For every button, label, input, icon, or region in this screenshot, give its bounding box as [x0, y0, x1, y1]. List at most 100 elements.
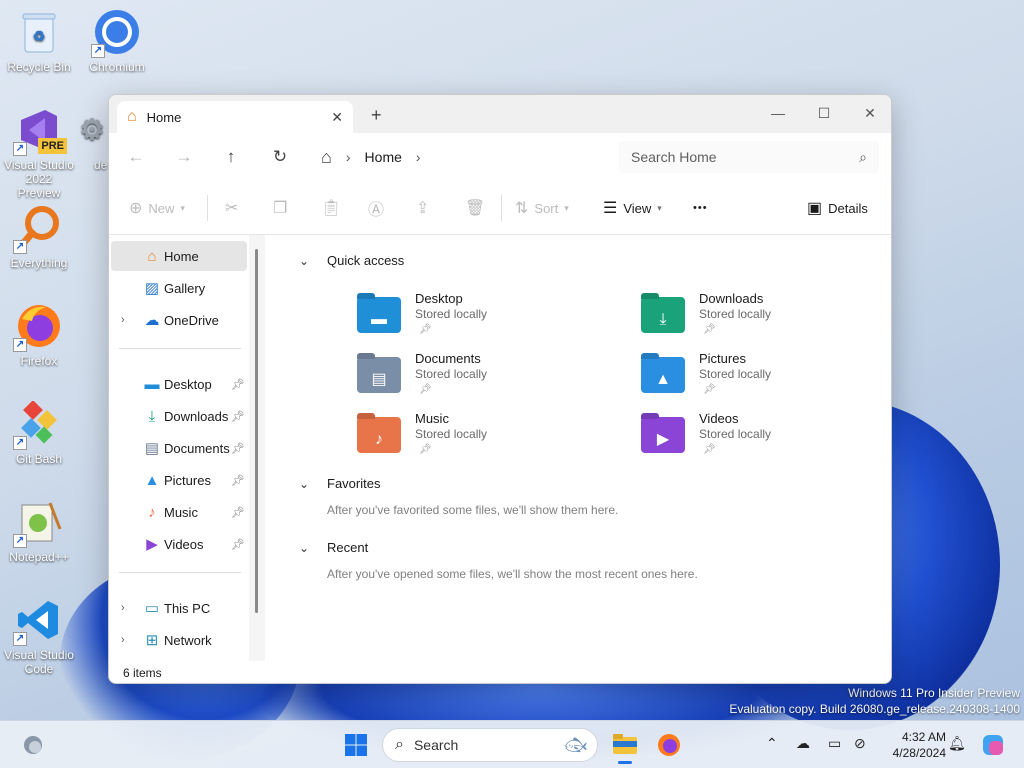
details-button[interactable]: ▣ Details — [807, 195, 868, 221]
back-button[interactable]: ← — [121, 142, 151, 172]
pin-icon[interactable]: 📌︎ — [231, 506, 245, 519]
sort-button[interactable]: ⇅ Sort ▾ — [515, 195, 569, 221]
taskbar: ⌕ Search 🐟︎ ⌃ ☁ ▭ ⊘ 4:32 AM 4/28/2024 🔔︎ — [0, 720, 1024, 768]
desktop-icon-git-bash[interactable]: ↗ Git Bash — [1, 400, 77, 466]
chevron-right-icon[interactable]: › — [121, 314, 125, 326]
minimize-button[interactable]: — — [755, 99, 801, 127]
new-button[interactable]: ⊕ New ▾ — [129, 195, 185, 221]
copilot-button[interactable] — [980, 727, 1006, 763]
cloud-offline-icon[interactable]: ☁ — [796, 735, 810, 752]
scrollbar[interactable] — [249, 235, 265, 661]
content-area: ⌄ Quick access ▬ Desktop Stored locally … — [265, 235, 891, 655]
sidebar-item-videos[interactable]: ▶ Videos 📌︎ — [111, 529, 247, 559]
search-input[interactable]: Search Home ⌕ — [619, 141, 879, 173]
pin-icon[interactable]: 📌︎ — [231, 442, 245, 455]
quick-access-item-documents[interactable]: ▤ Documents Stored locally 📌︎ — [357, 351, 577, 403]
status-bar: 6 items — [109, 661, 891, 683]
scrollbar-thumb[interactable] — [255, 249, 258, 613]
see-more-button[interactable]: ••• — [693, 195, 708, 221]
monitor-icon[interactable]: ▭ — [828, 735, 841, 752]
sidebar-item-desktop[interactable]: ▬ Desktop 📌︎ — [111, 369, 247, 399]
video-icon: ▶ — [146, 536, 158, 553]
rename-button[interactable]: Ⓐ — [368, 195, 390, 221]
paste-button[interactable]: 📋︎ — [321, 195, 347, 221]
navigation-pane: ⌂ Home ▨ Gallery › ☁ OneDrive ▬ Desktop … — [109, 235, 265, 661]
pin-icon[interactable]: 📌︎ — [231, 410, 245, 423]
item-status: Stored locally — [699, 427, 772, 441]
sidebar-item-this-pc[interactable]: › ▭ This PC — [111, 593, 247, 623]
tab-close-icon[interactable]: ✕ — [331, 109, 343, 126]
view-button[interactable]: ☰ View ▾ — [603, 195, 662, 221]
divider — [119, 572, 241, 573]
view-icon: ☰ — [603, 200, 618, 217]
breadcrumb-separator[interactable]: › — [346, 149, 351, 165]
item-name: Desktop — [415, 291, 463, 306]
pin-icon[interactable]: 📌︎ — [231, 378, 245, 391]
up-button[interactable]: ↑ — [216, 142, 246, 172]
quick-access-item-desktop[interactable]: ▬ Desktop Stored locally 📌︎ — [357, 291, 577, 343]
pin-icon[interactable]: 📌︎ — [231, 538, 245, 551]
command-bar: ⊕ New ▾ ✂ ❐ 📋︎ Ⓐ ⇪ 🗑︎ ⇅ Sort ▾ ☰ View ▾ … — [109, 181, 891, 235]
network-icon[interactable]: ⊘ — [854, 735, 866, 752]
desktop-icon-chromium[interactable]: ↗ Chromium — [79, 8, 155, 74]
section-recent[interactable]: ⌄ Recent — [299, 540, 368, 555]
new-tab-button[interactable]: + — [371, 105, 382, 126]
desktop-icon-firefox[interactable]: ↗ Firefox — [1, 302, 77, 368]
scissors-icon: ✂ — [225, 200, 239, 217]
pin-icon: 📌︎ — [419, 324, 432, 335]
widgets-button[interactable] — [18, 727, 48, 763]
sidebar-item-gallery[interactable]: ▨ Gallery — [111, 273, 247, 303]
rename-icon: Ⓐ — [368, 202, 385, 219]
quick-access-item-pictures[interactable]: ▲ Pictures Stored locally 📌︎ — [641, 351, 861, 403]
sidebar-item-pictures[interactable]: ▲ Pictures 📌︎ — [111, 465, 247, 495]
taskbar-firefox[interactable] — [654, 727, 684, 763]
favorites-empty-note: After you've favorited some files, we'll… — [327, 503, 619, 517]
sidebar-item-label: OneDrive — [164, 312, 219, 328]
chevron-down-icon[interactable]: ⌄ — [299, 477, 309, 491]
bell-icon[interactable]: 🔔︎ — [948, 735, 966, 752]
sidebar-item-network[interactable]: › ⊞ Network — [111, 625, 247, 655]
folder-pictures-icon: ▲ — [641, 357, 685, 393]
chevron-right-icon[interactable]: › — [121, 634, 125, 646]
chevron-right-icon[interactable]: › — [121, 602, 125, 614]
pin-icon[interactable]: 📌︎ — [231, 474, 245, 487]
cut-button[interactable]: ✂ — [225, 195, 244, 221]
sidebar-item-music[interactable]: ♪ Music 📌︎ — [111, 497, 247, 527]
maximize-button[interactable]: ☐ — [801, 99, 847, 127]
quick-access-item-videos[interactable]: ▶ Videos Stored locally 📌︎ — [641, 411, 861, 463]
desktop-icon-everything[interactable]: ↗ Everything — [1, 204, 77, 270]
sidebar-item-label: Documents — [164, 440, 230, 456]
taskbar-file-explorer[interactable] — [608, 727, 642, 764]
chevron-down-icon[interactable]: ⌄ — [299, 254, 309, 268]
desktop-icon-vscode[interactable]: ↗ Visual Studio Code — [1, 596, 77, 676]
desktop-icon-recycle-bin[interactable]: ♻ Recycle Bin — [1, 8, 77, 74]
clock[interactable]: 4:32 AM 4/28/2024 — [880, 729, 946, 761]
section-favorites[interactable]: ⌄ Favorites — [299, 476, 380, 491]
tab-home[interactable]: ⌂ Home ✕ — [117, 101, 353, 133]
sidebar-item-label: Pictures — [164, 472, 211, 488]
desktop-icon-partial[interactable]: ⚙ de — [74, 106, 110, 173]
address-bar[interactable]: ⌂ › Home › — [311, 141, 611, 173]
sidebar-item-documents[interactable]: ▤ Documents 📌︎ — [111, 433, 247, 463]
taskbar-search[interactable]: ⌕ Search 🐟︎ — [382, 728, 598, 762]
copy-button[interactable]: ❐ — [273, 195, 293, 221]
share-button[interactable]: ⇪ — [416, 195, 435, 221]
quick-access-item-downloads[interactable]: ⤓ Downloads Stored locally 📌︎ — [641, 291, 861, 343]
sidebar-item-home[interactable]: ⌂ Home — [111, 241, 247, 271]
desktop-icon-notepad-plus-plus[interactable]: ↗ Notepad++ — [1, 498, 77, 564]
breadcrumb-separator[interactable]: › — [416, 149, 421, 165]
sidebar-item-downloads[interactable]: ⤓ Downloads 📌︎ — [111, 401, 247, 431]
forward-button[interactable]: → — [169, 142, 199, 172]
quick-access-item-music[interactable]: ♪ Music Stored locally 📌︎ — [357, 411, 577, 463]
chevron-down-icon[interactable]: ⌄ — [299, 541, 309, 555]
close-button[interactable]: ✕ — [847, 99, 891, 127]
sidebar-item-onedrive[interactable]: › ☁ OneDrive — [111, 305, 247, 335]
breadcrumb-home[interactable]: Home — [365, 149, 402, 165]
delete-button[interactable]: 🗑︎ — [465, 195, 491, 221]
refresh-button[interactable]: ↻ — [265, 142, 295, 172]
desktop-icon-visual-studio[interactable]: PRE ↗ Visual Studio 2022 Preview — [1, 106, 77, 200]
section-quick-access[interactable]: ⌄ Quick access — [299, 253, 404, 268]
start-button[interactable] — [340, 727, 372, 763]
chevron-up-icon[interactable]: ⌃ — [766, 735, 778, 752]
notepad-plus-plus-icon: ↗ — [13, 498, 63, 548]
